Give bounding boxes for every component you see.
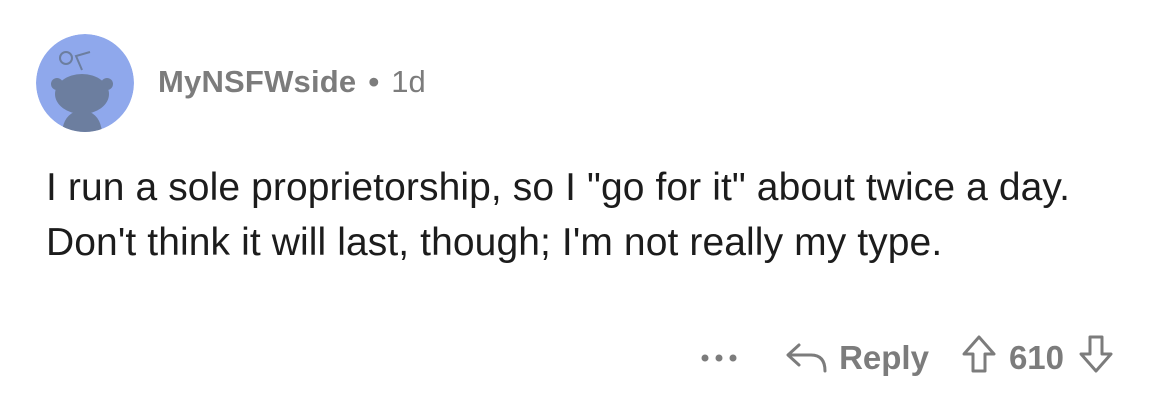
more-options-button[interactable] [697, 338, 741, 378]
comment-age: 1d [391, 64, 426, 99]
reddit-snoo-avatar-icon [36, 34, 134, 132]
comment-meta: MyNSFWside • 1d [158, 60, 426, 104]
username-link[interactable]: MyNSFWside [158, 64, 356, 100]
comment-body: I run a sole proprietorship, so I "go fo… [46, 166, 1071, 264]
avatar[interactable] [36, 34, 134, 132]
reply-label: Reply [839, 339, 929, 376]
downvote-arrow-icon [1079, 335, 1113, 373]
vote-score: 610 [1008, 339, 1064, 376]
vote-controls: 610 [961, 334, 1114, 382]
reply-arrow-icon [786, 343, 827, 373]
reply-button[interactable]: Reply [785, 339, 929, 377]
upvote-button[interactable] [961, 334, 997, 382]
more-options-icon [701, 354, 737, 362]
comment-actions: Reply 610 [697, 330, 1114, 386]
downvote-button[interactable] [1078, 334, 1114, 382]
meta-separator: • [368, 64, 380, 99]
upvote-arrow-icon [962, 335, 996, 373]
comment: MyNSFWside • 1d I run a sole proprietors… [0, 0, 1170, 415]
